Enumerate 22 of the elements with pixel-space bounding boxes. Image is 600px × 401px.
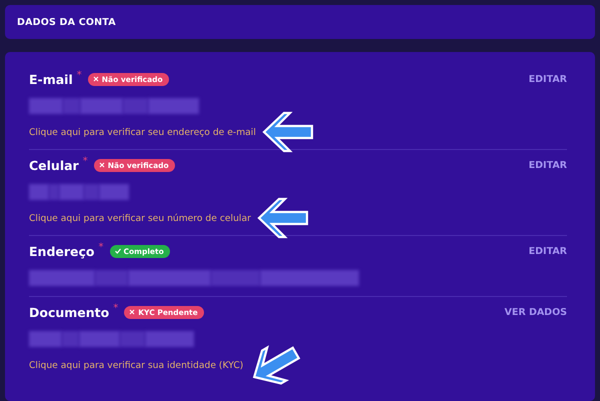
edit-link[interactable]: EDITAR bbox=[528, 246, 567, 256]
section-title: DADOS DA CONTA bbox=[17, 16, 116, 28]
close-icon bbox=[92, 76, 99, 82]
edit-link[interactable]: VER DADOS bbox=[504, 306, 567, 318]
close-icon bbox=[98, 162, 105, 168]
arrow-icon bbox=[262, 110, 314, 154]
verify-link[interactable]: Clique aqui para verificar sua identidade (KYC) bbox=[29, 360, 244, 370]
field-label: Documento bbox=[29, 304, 110, 320]
verify-link[interactable]: Clique aqui para verificar seu número de celular bbox=[29, 212, 251, 224]
required-mark: * bbox=[76, 70, 82, 81]
edit-link[interactable]: EDITAR bbox=[528, 160, 567, 170]
field-label: E-mail bbox=[29, 72, 73, 86]
required-mark: * bbox=[113, 303, 118, 314]
check-icon bbox=[114, 248, 121, 254]
field-label: Celular bbox=[29, 158, 79, 172]
verify-link[interactable]: Clique aqui para verificar seu endereço de e-mail bbox=[29, 126, 256, 138]
arrow-icon bbox=[256, 196, 309, 240]
edit-link[interactable]: EDITAR bbox=[528, 74, 567, 84]
close-icon bbox=[129, 309, 136, 315]
field-label: Endereço bbox=[29, 244, 95, 258]
required-mark: * bbox=[98, 242, 104, 253]
required-mark: * bbox=[82, 156, 88, 167]
